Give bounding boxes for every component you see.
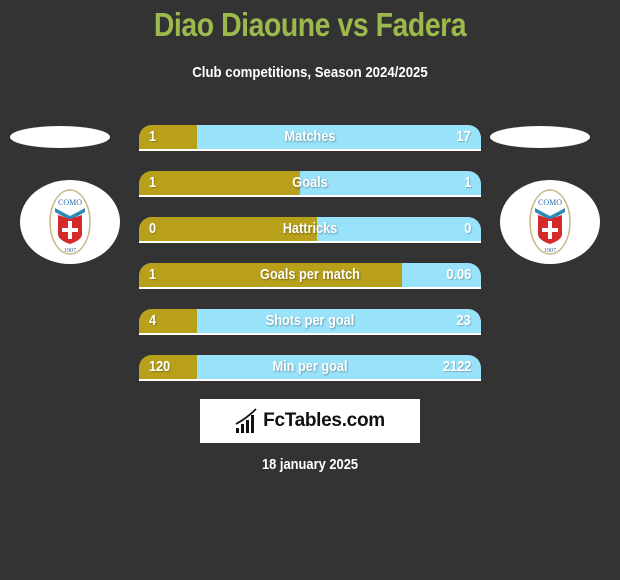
stat-row-min-per-goal: 120 Min per goal 2122	[139, 355, 481, 381]
stat-label: Hattricks	[282, 220, 338, 237]
right-value: 17	[456, 128, 471, 145]
como-crest-icon: COMO 1907	[529, 189, 571, 255]
left-value: 4	[149, 312, 157, 329]
crest-club-name: COMO	[58, 198, 82, 207]
stat-label: Shots per goal	[265, 312, 355, 329]
crest-founded: 1907	[544, 248, 556, 254]
bar-chart-icon	[235, 408, 257, 433]
stat-row-hattricks: 0 Hattricks 0	[139, 217, 481, 243]
stat-row-shots-per-goal: 4 Shots per goal 23	[139, 309, 481, 335]
left-value: 1	[149, 174, 157, 191]
page-subtitle: Club competitions, Season 2024/2025	[192, 64, 428, 81]
right-value: 2122	[442, 358, 471, 375]
right-value: 23	[456, 312, 471, 329]
right-value: 1	[463, 174, 471, 191]
right-value: 0	[463, 220, 471, 237]
stat-label: Goals	[292, 174, 328, 191]
left-player-placeholder	[10, 126, 110, 148]
right-value: 0.06	[446, 266, 471, 283]
stat-row-goals: 1 Goals 1	[139, 171, 481, 197]
stat-label: Min per goal	[272, 358, 348, 375]
right-team-badge[interactable]: COMO 1907	[500, 180, 600, 264]
crest-club-name: COMO	[538, 198, 562, 207]
crest-founded: 1907	[64, 248, 76, 254]
right-player-placeholder	[490, 126, 590, 148]
stat-label: Matches	[284, 128, 336, 145]
date-label: 18 january 2025	[261, 456, 359, 473]
left-value: 0	[149, 220, 157, 237]
stat-row-matches: 1 Matches 17	[139, 125, 481, 151]
left-value: 1	[149, 266, 157, 283]
fctables-logo[interactable]: FcTables.com	[200, 399, 420, 443]
left-team-badge[interactable]: COMO 1907	[20, 180, 120, 264]
stat-label: Goals per match	[260, 266, 360, 283]
stat-row-goals-per-match: 1 Goals per match 0.06	[139, 263, 481, 289]
como-crest-icon: COMO 1907	[49, 189, 91, 255]
page-title: Diao Diaoune vs Fadera	[153, 6, 467, 43]
logo-text: FcTables.com	[263, 410, 385, 431]
left-value: 1	[149, 128, 157, 145]
